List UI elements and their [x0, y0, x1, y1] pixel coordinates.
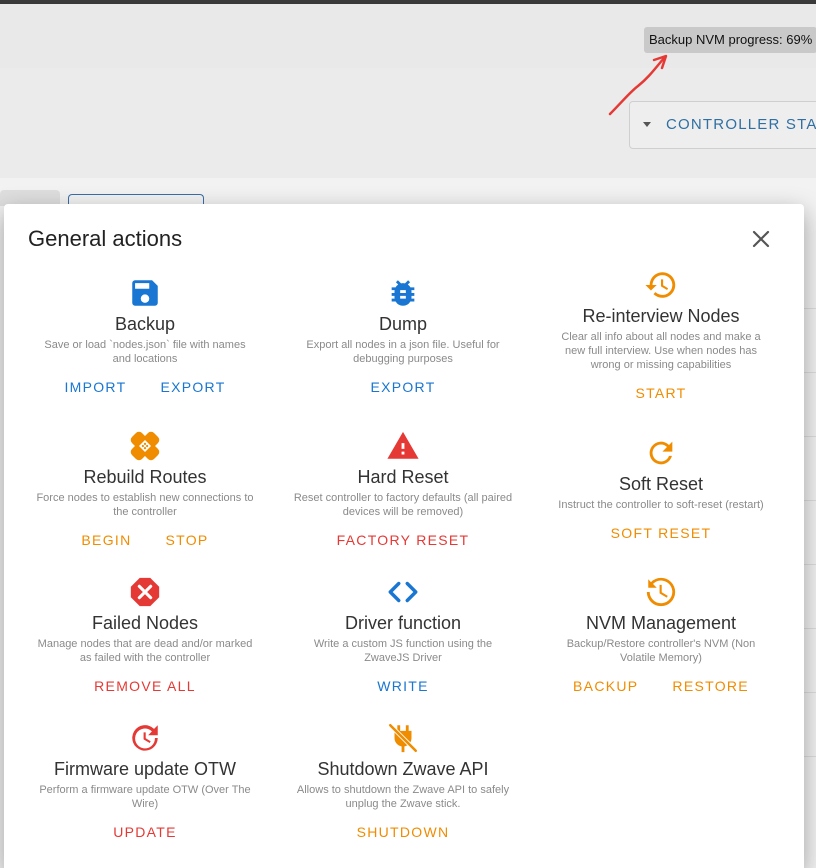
action-driver-function: Driver function Write a custom JS functi… [274, 575, 532, 698]
action-nvm-management: NVM Management Backup/Restore controller… [532, 575, 790, 698]
action-title: Dump [378, 314, 427, 334]
action-dump: Dump Export all nodes in a json file. Us… [274, 276, 532, 399]
action-title: Backup [114, 314, 176, 334]
action-description: Clear all info about all nodes and make … [561, 331, 761, 371]
bandage-icon [130, 431, 160, 461]
background-row-divider [804, 436, 816, 437]
caret-down-icon [643, 122, 651, 127]
code-icon [388, 581, 418, 603]
history-clock-icon [646, 577, 676, 607]
action-title: Hard Reset [357, 467, 449, 487]
nvm-restore-button[interactable]: RESTORE [672, 674, 749, 698]
background-row-divider [804, 500, 816, 501]
action-firmware-update-otw: Firmware update OTW Perform a firmware u… [16, 721, 274, 844]
action-shutdown-zwave-api: Shutdown Zwave API Allows to shutdown th… [274, 721, 532, 844]
action-soft-reset: Soft Reset Instruct the controller to so… [532, 436, 790, 545]
factory-reset-button[interactable]: FACTORY RESET [337, 528, 470, 552]
close-icon[interactable] [750, 228, 772, 250]
general-actions-dialog: General actions Backup Save or load `nod… [4, 204, 804, 868]
action-hard-reset: Hard Reset Reset controller to factory d… [274, 429, 532, 552]
action-description: Allows to shutdown the Zwave API to safe… [296, 784, 510, 810]
export-button[interactable]: EXPORT [160, 375, 225, 399]
background-row-divider [804, 756, 816, 757]
action-description: Instruct the controller to soft-reset (r… [558, 499, 764, 511]
warning-icon [387, 431, 419, 459]
nvm-backup-button[interactable]: BACKUP [573, 674, 638, 698]
bug-icon [391, 280, 415, 306]
app-toolbar: Backup NVM progress: 69% [0, 4, 816, 68]
close-octagon-icon [130, 577, 160, 607]
background-row-divider [804, 564, 816, 565]
action-description: Force nodes to establish new connections… [36, 492, 254, 518]
background-row-divider [804, 628, 816, 629]
controller-status-label: CONTROLLER STAT [666, 116, 816, 133]
action-description: Reset controller to factory defaults (al… [293, 492, 513, 518]
background-row-divider [804, 372, 816, 373]
write-button[interactable]: WRITE [377, 674, 429, 698]
refresh-icon [649, 441, 673, 465]
shutdown-button[interactable]: SHUTDOWN [357, 820, 450, 844]
begin-button[interactable]: BEGIN [81, 528, 131, 552]
action-description: Write a custom JS function using the Zwa… [313, 638, 493, 664]
action-title: Driver function [344, 613, 462, 633]
update-icon [132, 725, 158, 751]
history-icon [645, 272, 676, 298]
action-rebuild-routes: Rebuild Routes Force nodes to establish … [16, 429, 274, 552]
stop-button[interactable]: STOP [166, 528, 209, 552]
action-title: Shutdown Zwave API [317, 759, 489, 779]
action-description: Backup/Restore controller's NVM (Non Vol… [566, 638, 756, 664]
power-plug-off-icon [388, 723, 418, 753]
action-description: Manage nodes that are dead and/or marked… [37, 638, 253, 664]
dialog-title: General actions [28, 226, 183, 251]
update-button[interactable]: UPDATE [113, 820, 177, 844]
background-row-divider [804, 308, 816, 309]
action-title: Failed Nodes [91, 613, 199, 633]
action-backup: Backup Save or load `nodes.json` file wi… [16, 276, 274, 399]
remove-all-button[interactable]: REMOVE ALL [94, 674, 196, 698]
action-description: Perform a firmware update OTW (Over The … [39, 784, 251, 810]
action-title: NVM Management [585, 613, 737, 633]
import-button[interactable]: IMPORT [64, 375, 126, 399]
export-dump-button[interactable]: EXPORT [370, 375, 435, 399]
red-arrow-annotation [608, 54, 668, 116]
action-failed-nodes: Failed Nodes Manage nodes that are dead … [16, 575, 274, 698]
action-title: Firmware update OTW [53, 759, 237, 779]
action-title: Rebuild Routes [83, 467, 207, 487]
action-description: Save or load `nodes.json` file with name… [44, 339, 246, 365]
action-title: Soft Reset [618, 474, 704, 494]
start-reinterview-button[interactable]: START [635, 381, 686, 405]
action-reinterview-nodes: Re-interview Nodes Clear all info about … [532, 268, 790, 405]
action-description: Export all nodes in a json file. Useful … [306, 339, 500, 365]
action-title: Re-interview Nodes [582, 306, 740, 326]
save-icon [132, 280, 158, 306]
soft-reset-button[interactable]: SOFT RESET [611, 521, 712, 545]
background-row-divider [804, 692, 816, 693]
